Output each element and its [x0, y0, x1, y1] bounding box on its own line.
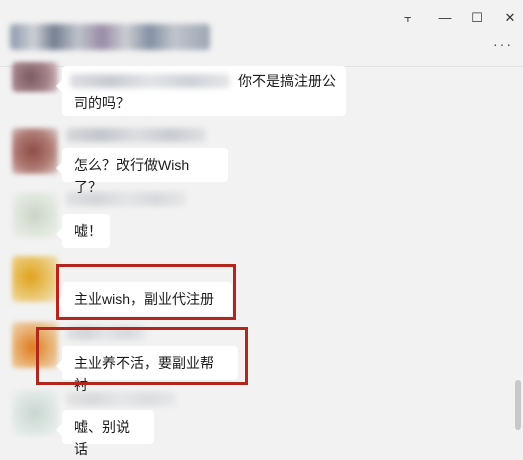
avatar[interactable] — [12, 390, 58, 436]
maximize-icon[interactable]: ☐ — [467, 8, 487, 28]
message-text: 你不是搞注册公 — [238, 73, 336, 89]
message-text: 司的吗？ — [74, 95, 130, 111]
avatar[interactable] — [12, 192, 58, 238]
sender-name-blurred — [66, 392, 176, 406]
message-text: 嘘！ — [74, 223, 102, 239]
message-bubble: 嘘、别说话 — [56, 410, 154, 457]
close-icon[interactable]: ✕ — [500, 8, 520, 28]
sender-name-blurred — [66, 128, 206, 142]
message-text: 怎么？改行做Wish了？ — [74, 157, 190, 195]
highlight-box — [56, 264, 236, 320]
pin-icon[interactable]: ⫟ — [398, 8, 418, 28]
message-text: 嘘、别说话 — [74, 419, 130, 457]
more-options-button[interactable]: ··· — [493, 36, 513, 52]
title-bar: ⫟ — ☐ ✕ ··· — [0, 0, 523, 67]
message-bubble: 嘘！ — [56, 214, 110, 248]
sender-name-blurred — [66, 192, 186, 206]
message-bubble: 怎么？改行做Wish了？ — [56, 148, 228, 195]
minimize-icon[interactable]: — — [435, 8, 455, 28]
avatar[interactable] — [12, 128, 58, 174]
avatar[interactable] — [12, 256, 58, 302]
highlight-box — [36, 327, 248, 385]
message-bubble: 你不是搞注册公 司的吗？ — [56, 66, 346, 116]
chat-title-blurred — [10, 24, 210, 50]
avatar[interactable] — [12, 62, 58, 92]
scrollbar[interactable] — [515, 380, 521, 430]
sender-name-blurred — [70, 74, 230, 88]
